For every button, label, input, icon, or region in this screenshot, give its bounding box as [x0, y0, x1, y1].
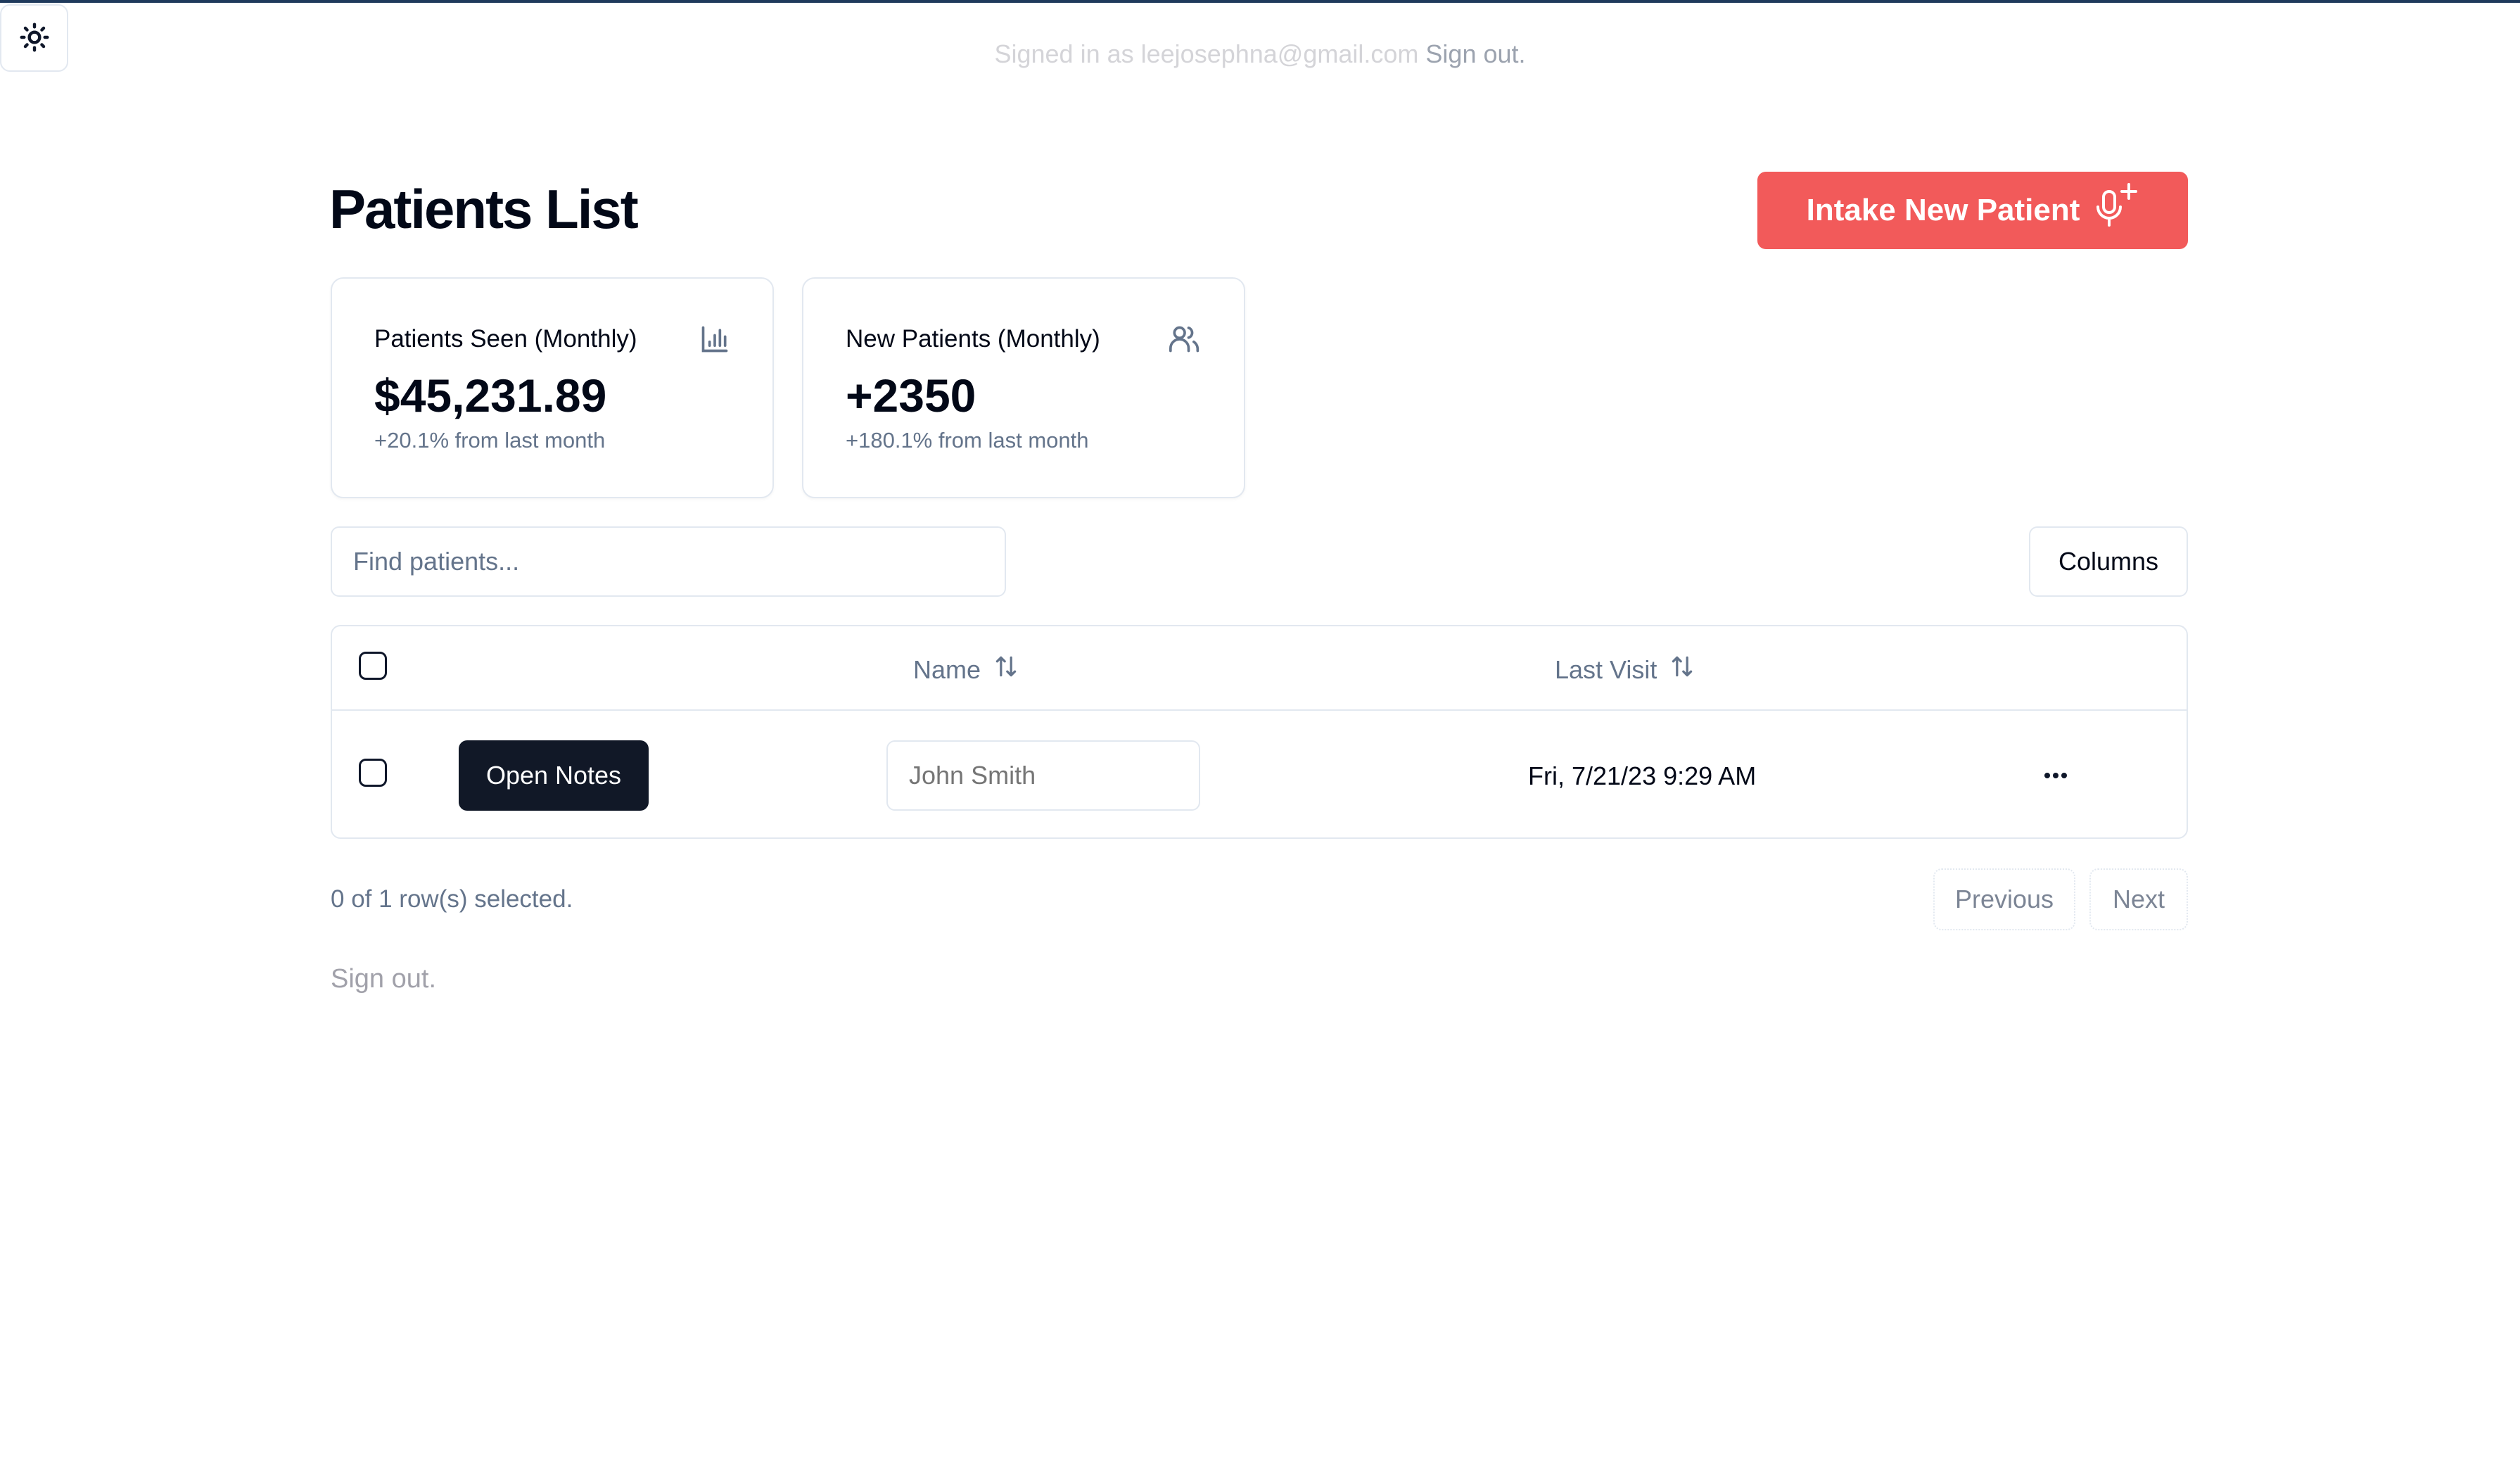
more-horizontal-icon[interactable] [2028, 747, 2084, 804]
sort-arrows-icon [1669, 653, 1695, 686]
next-page-button[interactable]: Next [2089, 868, 2188, 930]
stat-card-value: $45,231.89 [374, 369, 607, 422]
microphone-plus-icon [2094, 182, 2139, 239]
stat-card-change: +20.1% from last month [374, 428, 606, 453]
column-header-name[interactable]: Name [913, 653, 1019, 686]
stat-card-title: New Patients (Monthly) [846, 325, 1100, 353]
stat-card-patients-seen: Patients Seen (Monthly) $45,231.89 +20.1… [331, 277, 774, 498]
sign-out-link-bottom[interactable]: Sign out. [331, 964, 436, 994]
stat-card-new-patients: New Patients (Monthly) +2350 +180.1% fro… [802, 277, 1245, 498]
previous-page-button[interactable]: Previous [1933, 868, 2075, 930]
sort-arrows-icon [993, 653, 1019, 686]
stat-card-title: Patients Seen (Monthly) [374, 325, 637, 353]
selection-status: 0 of 1 row(s) selected. [331, 885, 573, 913]
bar-chart-icon [699, 324, 730, 358]
top-border [0, 0, 2520, 3]
page-title: Patients List [329, 178, 639, 240]
table-header: Name Last Visit [332, 626, 2187, 711]
last-visit-cell: Fri, 7/21/23 9:29 AM [1528, 761, 1757, 790]
sign-out-link-top[interactable]: Sign out. [1425, 39, 1525, 68]
patient-name-input[interactable] [886, 740, 1200, 811]
select-all-checkbox[interactable] [359, 652, 387, 680]
users-icon [1168, 324, 1202, 358]
stat-card-change: +180.1% from last month [846, 428, 1089, 453]
stat-card-value: +2350 [846, 369, 976, 422]
row-select-checkbox[interactable] [359, 759, 387, 787]
open-notes-button[interactable]: Open Notes [459, 740, 649, 811]
column-header-label: Last Visit [1555, 654, 1657, 684]
column-header-label: Name [913, 654, 981, 684]
intake-new-patient-button[interactable]: Intake New Patient [1757, 172, 2188, 249]
patients-table: Name Last Visit Open Notes Fri, 7/21/23 … [331, 625, 2188, 839]
signed-in-status: Signed in as leejosephna@gmail.com Sign … [0, 39, 2520, 69]
intake-button-label: Intake New Patient [1806, 193, 2080, 227]
find-patients-input[interactable] [331, 526, 1006, 597]
column-header-last-visit[interactable]: Last Visit [1555, 653, 1695, 686]
columns-button[interactable]: Columns [2029, 526, 2188, 597]
signed-in-text: Signed in as leejosephna@gmail.com [994, 39, 1419, 68]
